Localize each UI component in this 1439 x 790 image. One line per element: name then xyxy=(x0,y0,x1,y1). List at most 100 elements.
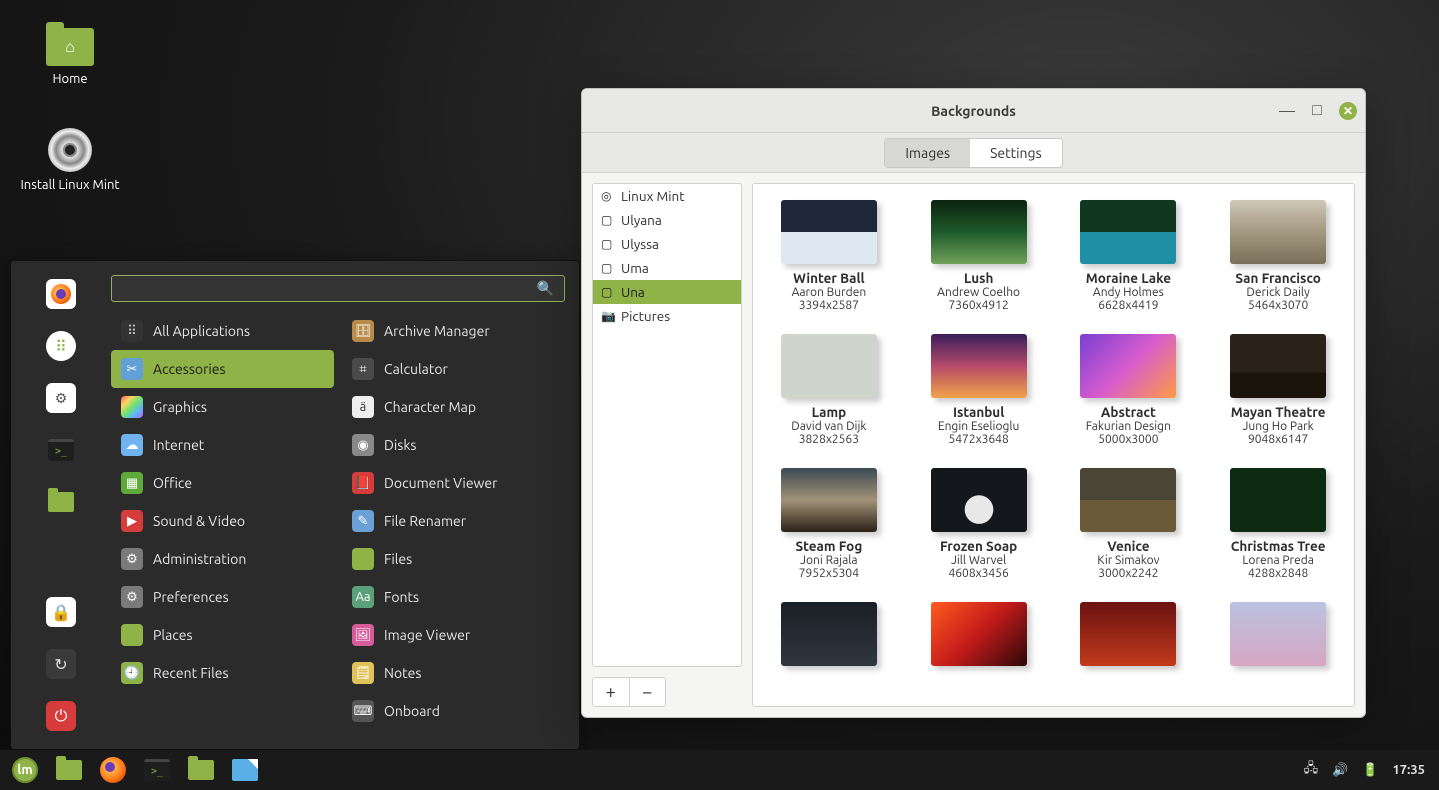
wallpaper-name: Venice xyxy=(1061,538,1197,554)
tab-settings[interactable]: Settings xyxy=(970,139,1062,167)
logout-button[interactable]: ↻ xyxy=(46,649,76,679)
menu-app-label: Onboard xyxy=(384,703,440,719)
disks-icon: ◉ xyxy=(352,434,374,456)
wallpaper-name: Frozen Soap xyxy=(911,538,1047,554)
wallpaper-steam-fog[interactable]: Steam Fog Joni Rajala 7952x5304 xyxy=(761,468,897,580)
wallpaper-thumbnail xyxy=(931,200,1027,264)
collection-linux-mint[interactable]: ◎Linux Mint xyxy=(593,184,741,208)
taskbar-firefox[interactable] xyxy=(94,753,132,787)
menu-app-files[interactable]: Files xyxy=(342,540,565,578)
menu-app-onboard[interactable]: ⌨Onboard xyxy=(342,692,565,730)
wallpaper-wallpaper[interactable] xyxy=(1210,602,1346,672)
menu-app-file-renamer[interactable]: ✎File Renamer xyxy=(342,502,565,540)
close-button[interactable]: ✕ xyxy=(1339,102,1357,120)
fav-firefox[interactable] xyxy=(46,279,76,309)
wallpaper-christmas-tree[interactable]: Christmas Tree Lorena Preda 4288x2848 xyxy=(1210,468,1346,580)
wallpaper-abstract[interactable]: Abstract Fakurian Design 5000x3000 xyxy=(1061,334,1197,446)
menu-category-preferences[interactable]: ⚙Preferences xyxy=(111,578,334,616)
menu-app-label: Fonts xyxy=(384,589,419,605)
collection-pictures[interactable]: 📷Pictures xyxy=(593,304,741,328)
menu-app-image-viewer[interactable]: 🖼Image Viewer xyxy=(342,616,565,654)
menu-app-disks[interactable]: ◉Disks xyxy=(342,426,565,464)
menu-category-places[interactable]: Places xyxy=(111,616,334,654)
wallpaper-frozen-soap[interactable]: Frozen Soap Jill Warvel 4608x3456 xyxy=(911,468,1047,580)
menu-category-accessories[interactable]: ✂Accessories xyxy=(111,350,334,388)
sound-icon[interactable]: 🔊 xyxy=(1332,763,1348,778)
wallpaper-wallpaper[interactable] xyxy=(911,602,1047,672)
desktop-icon-home[interactable]: ⌂ Home xyxy=(10,28,130,86)
menu-app-fonts[interactable]: Aa Fonts xyxy=(342,578,565,616)
menu-category-graphics[interactable]: Graphics xyxy=(111,388,334,426)
pic-icon: ▢ xyxy=(601,261,615,275)
tab-images[interactable]: Images xyxy=(885,139,970,167)
wallpaper-dimensions: 6628x4419 xyxy=(1061,299,1197,312)
wallpaper-thumbnail xyxy=(781,468,877,532)
collection-una[interactable]: ▢Una xyxy=(593,280,741,304)
menu-category-all-applications[interactable]: ⠿All Applications xyxy=(111,312,334,350)
archive-icon: 🗄 xyxy=(352,320,374,342)
show-desktop-button[interactable] xyxy=(50,753,88,787)
remove-collection-button[interactable]: − xyxy=(629,678,666,706)
fav-files[interactable] xyxy=(46,487,76,517)
menu-category-sound-video[interactable]: ▶Sound & Video xyxy=(111,502,334,540)
collection-ulyana[interactable]: ▢Ulyana xyxy=(593,208,741,232)
menu-app-label: Image Viewer xyxy=(384,627,470,643)
window-titlebar[interactable]: Backgrounds ― □ ✕ xyxy=(582,89,1365,133)
menu-search[interactable]: 🔍 xyxy=(111,275,565,302)
collection-ulyssa[interactable]: ▢Ulyssa xyxy=(593,232,741,256)
fav-terminal[interactable]: >_ xyxy=(46,435,76,465)
menu-category-administration[interactable]: ⚙Administration xyxy=(111,540,334,578)
pref-icon: ⚙ xyxy=(121,586,143,608)
wallpaper-thumbnail xyxy=(1230,468,1326,532)
wallpaper-wallpaper[interactable] xyxy=(1061,602,1197,672)
menu-category-recent-files[interactable]: 🕘Recent Files xyxy=(111,654,334,692)
battery-icon[interactable]: 🔋 xyxy=(1362,763,1378,778)
wallpaper-lamp[interactable]: Lamp David van Dijk 3828x2563 xyxy=(761,334,897,446)
taskbar-running-backgrounds[interactable] xyxy=(226,753,264,787)
menu-category-internet[interactable]: ☁Internet xyxy=(111,426,334,464)
wallpaper-wallpaper[interactable] xyxy=(761,602,897,672)
collection-label: Ulyana xyxy=(621,212,662,228)
wallpaper-venice[interactable]: Venice Kir Simakov 3000x2242 xyxy=(1061,468,1197,580)
lock-button[interactable]: 🔒 xyxy=(46,597,76,627)
wallpaper-mayan-theatre[interactable]: Mayan Theatre Jung Ho Park 9048x6147 xyxy=(1210,334,1346,446)
minimize-button[interactable]: ― xyxy=(1279,103,1295,119)
network-icon[interactable]: 🖧 xyxy=(1304,759,1319,781)
fonts-icon: Aa xyxy=(352,586,374,608)
menu-app-character-map[interactable]: äCharacter Map xyxy=(342,388,565,426)
desktop-icon-install[interactable]: Install Linux Mint xyxy=(10,128,130,192)
clock[interactable]: 17:35 xyxy=(1392,763,1425,777)
menu-button[interactable]: lm xyxy=(6,753,44,787)
fav-software-manager[interactable]: ⠿ xyxy=(46,331,76,361)
fav-system-settings[interactable]: ⚙ xyxy=(46,383,76,413)
wallpaper-thumbnail xyxy=(781,200,877,264)
menu-app-calculator[interactable]: ⌗Calculator xyxy=(342,350,565,388)
menu-search-input[interactable] xyxy=(122,281,537,297)
wallpaper-name: Lush xyxy=(911,270,1047,286)
wallpaper-istanbul[interactable]: Istanbul Engin Eselioglu 5472x3648 xyxy=(911,334,1047,446)
wallpaper-thumbnail xyxy=(781,334,877,398)
taskbar-terminal[interactable]: >_ xyxy=(138,753,176,787)
menu-app-notes[interactable]: 🗒Notes xyxy=(342,654,565,692)
wallpaper-thumbnail xyxy=(1080,468,1176,532)
taskbar-files[interactable] xyxy=(182,753,220,787)
shutdown-button[interactable]: ⏻ xyxy=(46,701,76,731)
window-title: Backgrounds xyxy=(582,103,1365,119)
wallpaper-winter-ball[interactable]: Winter Ball Aaron Burden 3394x2587 xyxy=(761,200,897,312)
notes-icon: 🗒 xyxy=(352,662,374,684)
menu-app-document-viewer[interactable]: 📕Document Viewer xyxy=(342,464,565,502)
menu-category-office[interactable]: ▦Office xyxy=(111,464,334,502)
menu-app-archive-manager[interactable]: 🗄Archive Manager xyxy=(342,312,565,350)
menu-categories: ⠿All Applications✂AccessoriesGraphics☁In… xyxy=(111,312,334,730)
wallpaper-san-francisco[interactable]: San Francisco Derick Daily 5464x3070 xyxy=(1210,200,1346,312)
maximize-button[interactable]: □ xyxy=(1309,103,1325,119)
add-collection-button[interactable]: + xyxy=(593,678,629,706)
wallpaper-name: Abstract xyxy=(1061,404,1197,420)
collection-uma[interactable]: ▢Uma xyxy=(593,256,741,280)
sound-icon: ▶ xyxy=(121,510,143,532)
wallpaper-thumbnail xyxy=(931,334,1027,398)
menu-category-label: Recent Files xyxy=(153,665,229,681)
wallpaper-lush[interactable]: Lush Andrew Coelho 7360x4912 xyxy=(911,200,1047,312)
wallpaper-thumbnail xyxy=(1230,334,1326,398)
wallpaper-moraine-lake[interactable]: Moraine Lake Andy Holmes 6628x4419 xyxy=(1061,200,1197,312)
